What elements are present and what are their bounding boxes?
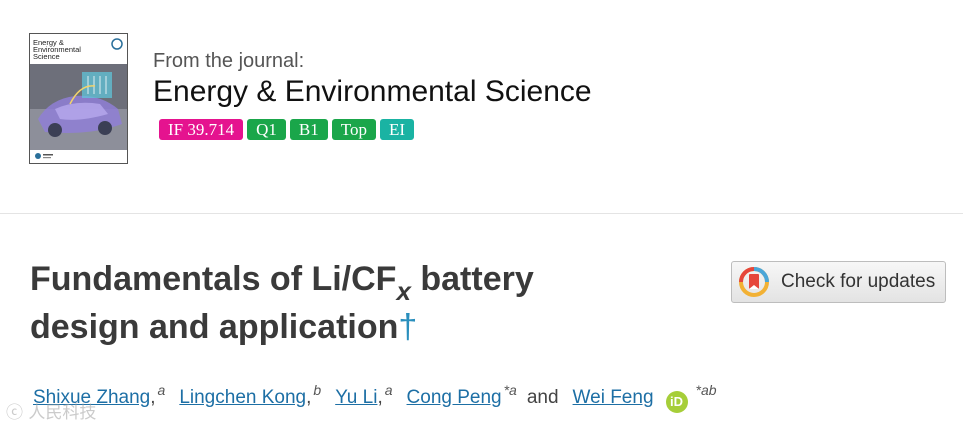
author-affiliation: a bbox=[157, 382, 166, 398]
author-separator: , bbox=[377, 387, 383, 408]
cover-title-line: Science bbox=[33, 52, 60, 61]
ei-badge: EI bbox=[379, 119, 414, 140]
article-title: Fundamentals of Li/CFx battery design an… bbox=[30, 256, 670, 350]
zone-badge: B1 bbox=[289, 119, 328, 140]
check-for-updates-label: Check for updates bbox=[781, 271, 936, 292]
author-link[interactable]: Cong Peng bbox=[407, 387, 502, 409]
crossmark-icon bbox=[739, 267, 769, 297]
author-affiliation: b bbox=[313, 382, 322, 398]
impact-factor-badge: IF 39.714 bbox=[159, 119, 244, 140]
article-title-text: Fundamentals of Li/CF bbox=[30, 260, 397, 298]
journal-name-link[interactable]: Energy & Environmental Science bbox=[153, 75, 592, 109]
cover-title: Energy & Environmental Science bbox=[33, 39, 103, 61]
cover-car-illustration bbox=[30, 64, 127, 150]
author-affiliation: *ab bbox=[695, 382, 717, 398]
electronic-supplementary-link[interactable]: † bbox=[398, 308, 417, 346]
author-separator: , bbox=[150, 387, 156, 408]
orcid-icon[interactable]: iD bbox=[665, 391, 688, 413]
check-for-updates-button[interactable]: Check for updates bbox=[731, 261, 946, 303]
journal-cover-image[interactable]: Energy & Environmental Science bbox=[29, 33, 128, 164]
author-affiliation: a bbox=[384, 382, 393, 398]
title-subscript: x bbox=[396, 276, 411, 306]
cover-emblem-icon bbox=[111, 38, 123, 50]
article-page: Energy & Environmental Science From the … bbox=[0, 0, 963, 427]
author-affiliation: *a bbox=[503, 382, 517, 398]
publisher-logo-icon bbox=[35, 153, 53, 159]
journal-metrics-badges: IF 39.714 Q1 B1 Top EI bbox=[159, 119, 414, 140]
author-link[interactable]: Lingchen Kong bbox=[179, 387, 306, 409]
article-title-text: battery bbox=[410, 260, 534, 298]
author-separator: , bbox=[306, 387, 312, 408]
from-journal-label: From the journal: bbox=[153, 50, 305, 72]
and-conjunction: and bbox=[526, 387, 559, 408]
watermark-text: ⓒ 人民科技 bbox=[6, 403, 97, 423]
top-badge: Top bbox=[331, 119, 376, 140]
author-list: Shixue Zhang , a Lingchen Kong , b Yu Li… bbox=[33, 382, 717, 413]
article-title-text: design and application bbox=[30, 308, 399, 346]
section-divider bbox=[0, 213, 963, 214]
author-link[interactable]: Yu Li bbox=[335, 387, 377, 409]
quartile-badge: Q1 bbox=[247, 119, 286, 140]
author-link[interactable]: Wei Feng bbox=[573, 387, 654, 409]
